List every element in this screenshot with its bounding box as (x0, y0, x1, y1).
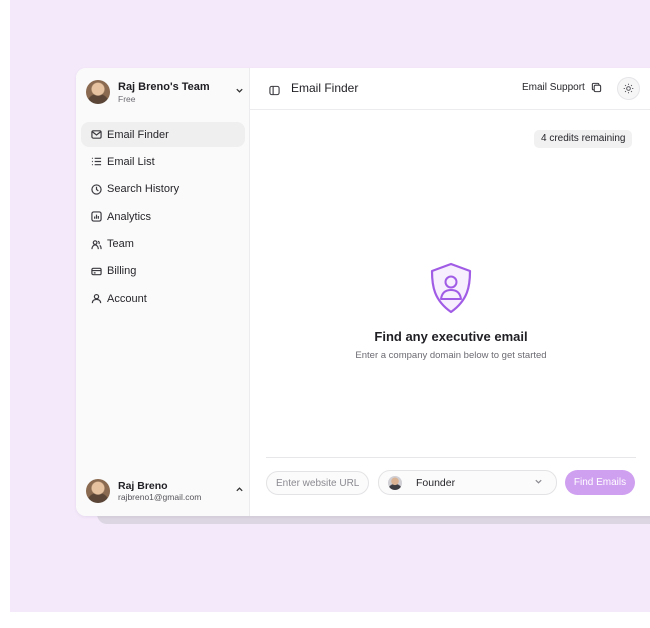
copy-icon (591, 82, 601, 93)
sidebar-item-analytics[interactable]: Analytics (81, 204, 245, 229)
sidebar-toggle-icon[interactable] (269, 83, 280, 96)
founder-avatar (388, 475, 402, 490)
sidebar: Raj Breno's Team Free Email Finder Email… (76, 68, 250, 516)
sidebar-item-label: Billing (107, 265, 137, 278)
sidebar-item-label: Account (107, 292, 147, 305)
sun-icon (623, 83, 634, 94)
sidebar-item-label: Email Finder (107, 128, 169, 141)
card-icon (90, 265, 102, 277)
email-support-label: Email Support (522, 82, 585, 93)
sidebar-item-email-finder[interactable]: Email Finder (81, 122, 245, 147)
main-panel: Email Finder Email Support 4 credits rem… (250, 68, 650, 516)
chevron-up-icon (232, 485, 246, 497)
user-avatar (86, 479, 110, 503)
team-plan: Free (118, 93, 136, 104)
shield-user-icon (430, 262, 472, 314)
page-background: Raj Breno's Team Free Email Finder Email… (10, 0, 650, 612)
find-emails-button[interactable]: Find Emails (565, 470, 635, 495)
team-switcher[interactable]: Raj Breno's Team Free (86, 79, 246, 105)
credits-badge: 4 credits remaining (534, 130, 633, 148)
user-info: Raj Breno rajbreno1@gmail.com (118, 480, 232, 502)
clock-icon (90, 183, 102, 195)
role-select[interactable]: Founder (378, 470, 557, 495)
divider (266, 457, 636, 458)
user-name: Raj Breno (118, 480, 168, 492)
role-select-value: Founder (416, 476, 456, 489)
sidebar-item-label: Search History (107, 183, 180, 196)
empty-state-subtitle: Enter a company domain below to get star… (355, 350, 547, 361)
sidebar-nav: Email Finder Email List Search History A… (81, 122, 245, 314)
sidebar-item-account[interactable]: Account (81, 286, 245, 311)
page-title: Email Finder (291, 81, 359, 95)
app-window: Raj Breno's Team Free Email Finder Email… (76, 68, 650, 516)
user-icon (90, 293, 102, 305)
team-icon (90, 238, 102, 250)
theme-toggle-button[interactable] (617, 77, 640, 100)
sidebar-item-billing[interactable]: Billing (81, 259, 245, 284)
sidebar-item-label: Team (107, 238, 134, 251)
chevron-down-icon (232, 86, 246, 98)
sidebar-item-team[interactable]: Team (81, 232, 245, 257)
user-email: rajbreno1@gmail.com (118, 492, 202, 502)
sidebar-item-label: Email List (107, 155, 155, 168)
empty-state-title: Find any executive email (374, 329, 528, 344)
team-name: Raj Breno's Team (118, 80, 210, 93)
sidebar-item-search-history[interactable]: Search History (81, 177, 245, 202)
mail-icon (90, 129, 102, 141)
email-support-button[interactable]: Email Support (522, 82, 602, 93)
chevron-down-icon (534, 477, 556, 488)
analytics-icon (90, 211, 102, 223)
website-url-input[interactable] (266, 471, 369, 495)
sidebar-item-email-list[interactable]: Email List (81, 149, 245, 174)
team-info: Raj Breno's Team Free (118, 81, 232, 104)
team-avatar (86, 80, 110, 104)
top-bar: Email Finder Email Support (250, 68, 650, 110)
list-icon (90, 156, 102, 168)
user-menu[interactable]: Raj Breno rajbreno1@gmail.com (86, 478, 246, 504)
sidebar-item-label: Analytics (107, 210, 152, 223)
